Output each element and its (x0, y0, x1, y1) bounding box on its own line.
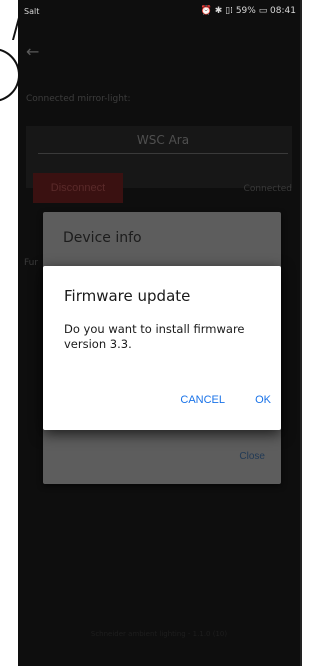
partial-section-label: Fur (24, 258, 39, 268)
firmware-dialog-title: Firmware update (64, 287, 191, 305)
status-bar: Salt ⏰ ✱ ▯⁞ 59% ▭ 08:41 (18, 0, 300, 22)
app-footer: Schneider ambient lighting - 1.1.0 (10) (90, 630, 228, 638)
frame-arc (0, 48, 20, 102)
back-arrow-icon[interactable]: ← (26, 42, 39, 61)
firmware-dialog: Firmware update Do you want to install f… (43, 266, 281, 430)
ok-button[interactable]: OK (255, 394, 271, 406)
close-button[interactable]: Close (239, 451, 265, 462)
disconnect-button[interactable]: Disconnect (33, 173, 123, 203)
carrier-label: Salt (24, 7, 40, 16)
connection-status: Connected (243, 184, 292, 194)
phone-screen: Salt ⏰ ✱ ▯⁞ 59% ▭ 08:41 ← Connected mirr… (18, 0, 302, 666)
device-name: WSC Ara (38, 133, 288, 154)
connected-label: Connected mirror-light: (26, 94, 131, 104)
firmware-dialog-message: Do you want to install firmware version … (64, 322, 245, 351)
device-info-title: Device info (63, 230, 142, 246)
status-icons: ⏰ ✱ ▯⁞ 59% ▭ 08:41 (200, 6, 296, 16)
cancel-button[interactable]: CANCEL (180, 394, 225, 406)
